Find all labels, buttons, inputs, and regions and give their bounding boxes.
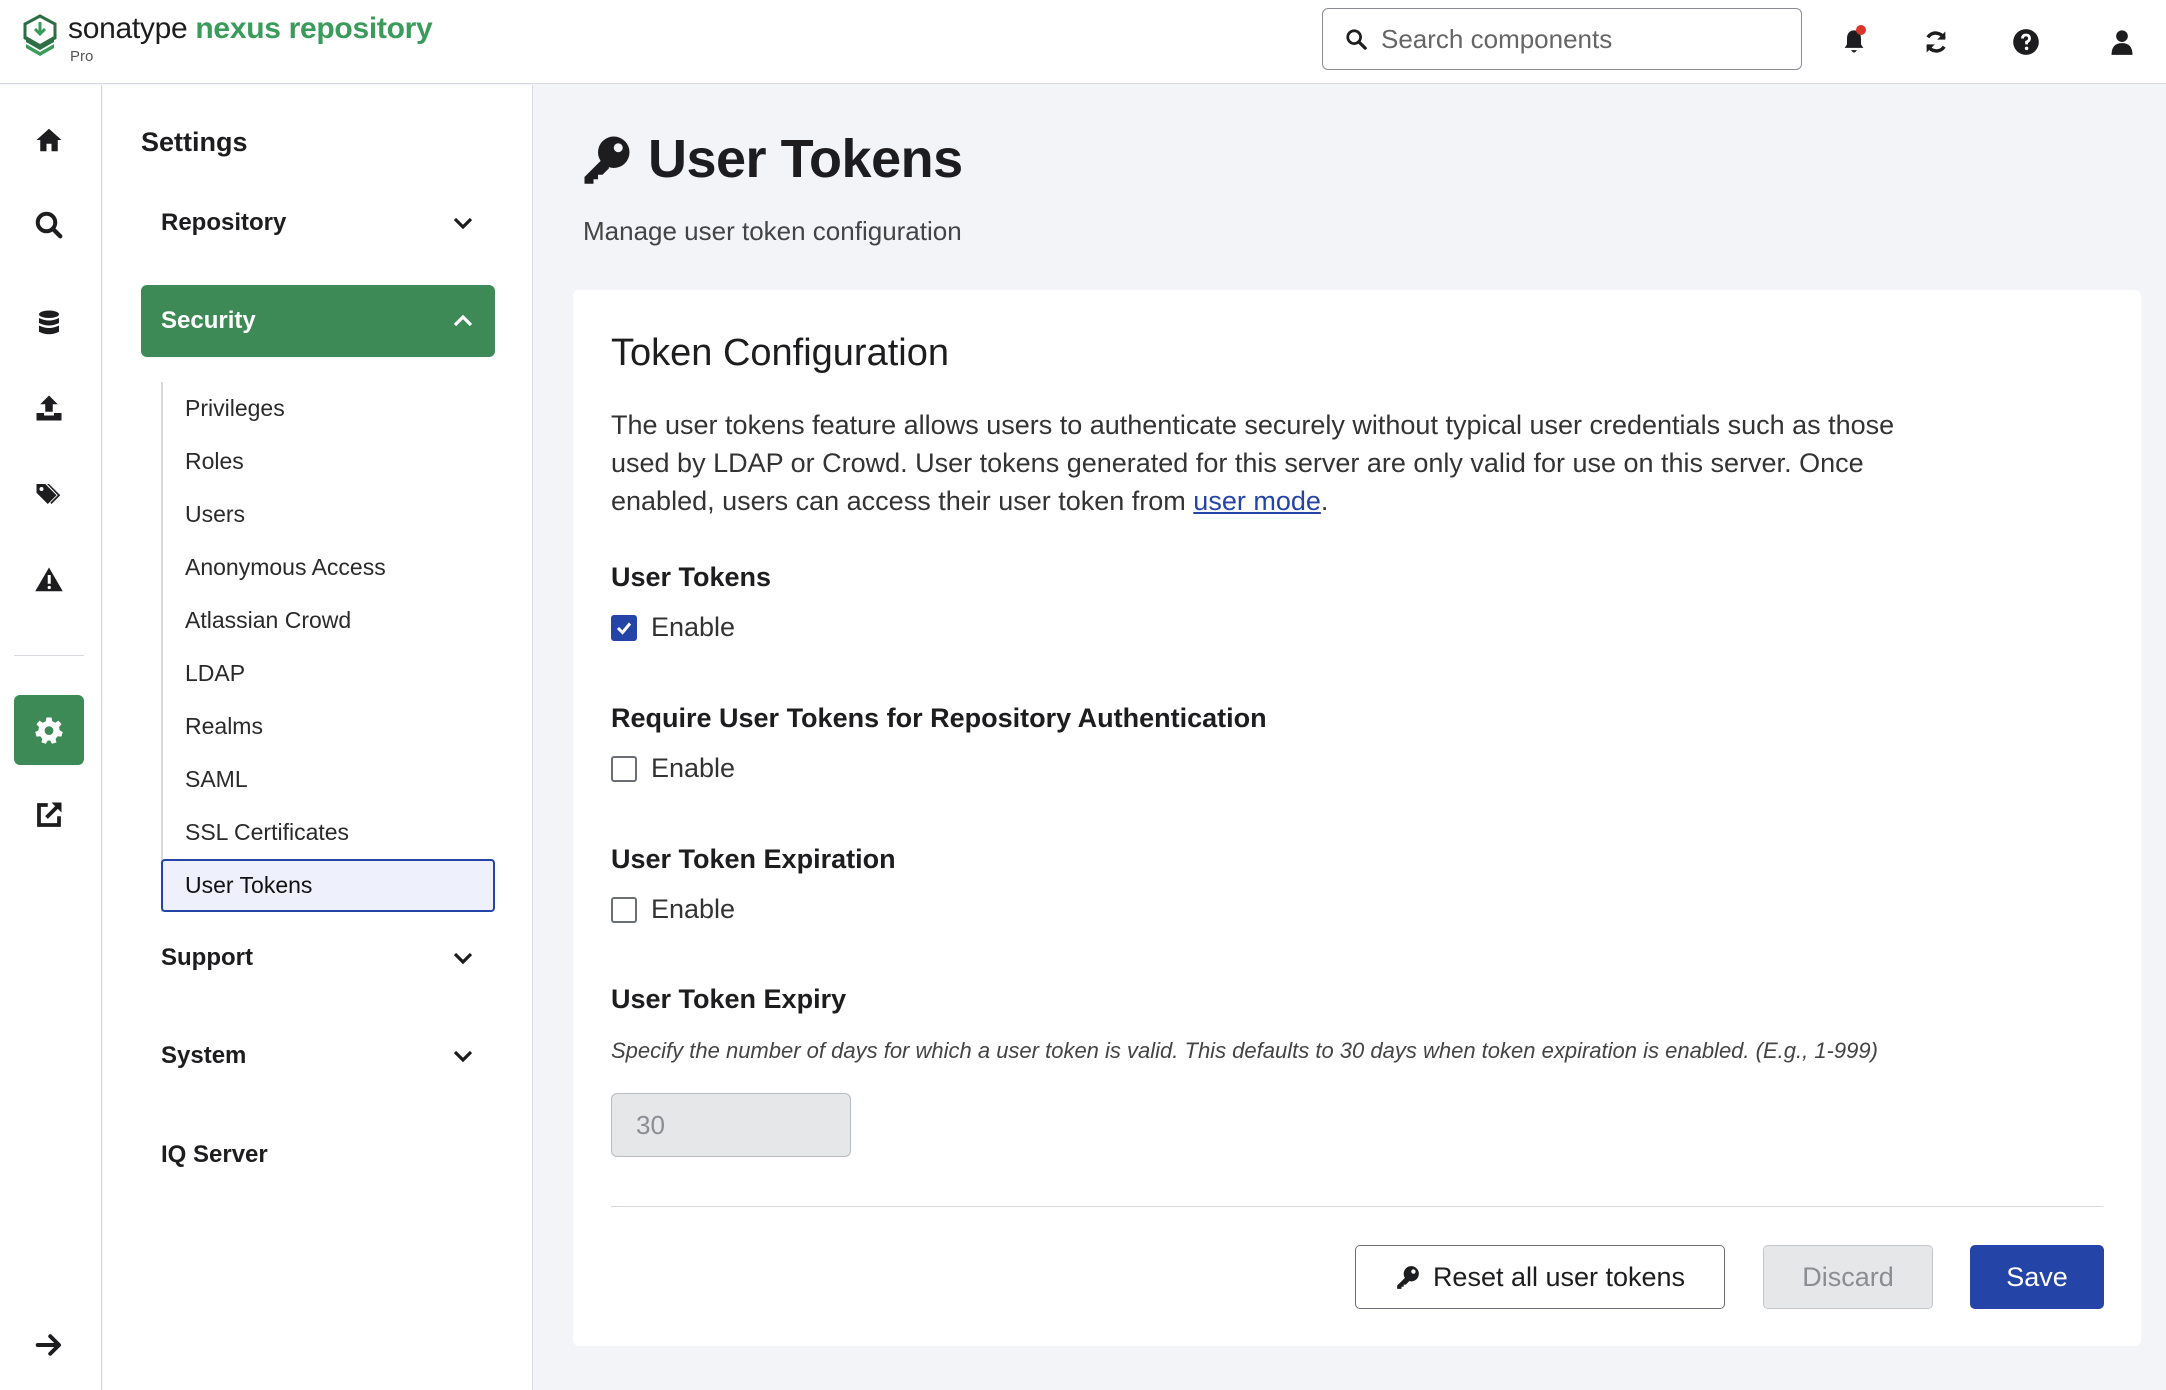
chevron-down-icon [453, 952, 473, 965]
nav-group-label: Security [161, 307, 256, 334]
subnav-users[interactable]: Users [163, 488, 495, 541]
sonatype-logo[interactable]: sonatype nexus repository Pro [22, 12, 433, 65]
rail-settings[interactable] [14, 695, 84, 765]
search-icon [1346, 29, 1367, 50]
search-icon [35, 211, 63, 239]
token-configuration-card: Token Configuration The user tokens feat… [573, 290, 2141, 1346]
rail-tags[interactable] [14, 459, 84, 529]
expiration-label: User Token Expiration [611, 844, 896, 874]
rail-divider [14, 655, 84, 656]
subnav-user-tokens[interactable]: User Tokens [161, 859, 495, 912]
icon-rail [0, 85, 102, 1390]
subnav-realms[interactable]: Realms [163, 700, 495, 753]
user-tokens-enable[interactable]: Enable [611, 612, 735, 643]
require-tokens-enable[interactable]: Enable [611, 753, 735, 784]
external-link-icon [37, 802, 62, 827]
arrow-right-icon [35, 1334, 61, 1356]
nav-group-repository[interactable]: Repository [141, 187, 495, 259]
notifications-button[interactable] [1832, 20, 1876, 64]
checkbox-label: Enable [651, 612, 736, 642]
help-icon [2013, 29, 2039, 55]
page-header: User Tokens [580, 128, 963, 190]
subnav-ldap[interactable]: LDAP [163, 647, 495, 700]
product-name: nexus repository [195, 12, 433, 45]
reset-all-tokens-button[interactable]: Reset all user tokens [1355, 1245, 1725, 1309]
expiry-label: User Token Expiry [611, 984, 847, 1014]
refresh-icon [1926, 31, 1946, 53]
rail-expand[interactable] [14, 1310, 84, 1380]
gear-icon [35, 717, 63, 744]
require-tokens-label: Require User Tokens for Repository Authe… [611, 703, 1267, 733]
expiry-help-text: Specify the number of days for which a u… [611, 1038, 1878, 1063]
brand-name: sonatype [68, 12, 188, 45]
subnav-atlassian-crowd[interactable]: Atlassian Crowd [163, 594, 495, 647]
expiration-enable[interactable]: Enable [611, 894, 735, 925]
description-end: . [1320, 486, 1329, 516]
refresh-button[interactable] [1914, 20, 1958, 64]
user-icon [2111, 30, 2133, 55]
warning-icon [35, 567, 63, 592]
nav-group-label: Support [161, 944, 253, 971]
expiry-days-input[interactable] [611, 1093, 851, 1157]
home-icon [36, 128, 62, 152]
card-title: Token Configuration [611, 332, 949, 374]
card-divider [611, 1206, 2103, 1207]
top-header: sonatype nexus repository Pro [0, 0, 2166, 84]
checkbox-label: Enable [651, 753, 736, 783]
chevron-down-icon [453, 217, 473, 230]
security-subnav: Privileges Roles Users Anonymous Access … [161, 382, 495, 912]
tags-icon [36, 484, 61, 504]
settings-nav: Settings Repository Security Privileges … [103, 85, 533, 1390]
card-description: The user tokens feature allows users to … [611, 406, 1951, 520]
nav-group-security[interactable]: Security [141, 285, 495, 357]
key-icon [584, 136, 630, 184]
rail-browse[interactable] [14, 288, 84, 358]
subnav-roles[interactable]: Roles [163, 435, 495, 488]
nav-title: Settings [141, 127, 248, 157]
edition-label: Pro [70, 48, 94, 65]
nav-iq-server[interactable]: IQ Server [161, 1141, 268, 1169]
nav-group-label: Repository [161, 209, 287, 236]
rail-home[interactable] [14, 105, 84, 175]
user-tokens-checkbox[interactable] [611, 614, 637, 641]
user-tokens-label: User Tokens [611, 562, 772, 592]
rail-upload[interactable] [14, 373, 84, 443]
expiration-checkbox[interactable] [611, 896, 637, 923]
nav-group-label: System [161, 1042, 247, 1069]
chevron-down-icon [453, 1050, 473, 1063]
checkbox-label: Enable [651, 894, 736, 924]
subnav-anonymous-access[interactable]: Anonymous Access [163, 541, 495, 594]
subnav-privileges[interactable]: Privileges [163, 382, 495, 435]
notification-badge [1856, 25, 1866, 35]
rail-search[interactable] [14, 190, 84, 260]
upload-icon [36, 395, 62, 421]
nav-group-support[interactable]: Support [141, 922, 495, 994]
user-mode-link[interactable]: user mode [1193, 486, 1321, 516]
logo-icon [23, 14, 57, 56]
save-button[interactable]: Save [1970, 1245, 2104, 1309]
require-tokens-checkbox[interactable] [611, 755, 637, 782]
checkmark-icon [616, 622, 632, 635]
nav-group-system[interactable]: System [141, 1020, 495, 1092]
user-menu-button[interactable] [2100, 20, 2144, 64]
search-input[interactable] [1381, 23, 1781, 55]
rail-malware[interactable] [14, 545, 84, 615]
subnav-ssl-certificates[interactable]: SSL Certificates [163, 806, 495, 859]
rail-external-link[interactable] [14, 780, 84, 850]
page-subtitle: Manage user token configuration [583, 216, 962, 246]
search-box[interactable] [1322, 8, 1802, 70]
key-icon [1397, 1266, 1419, 1289]
page-title: User Tokens [648, 129, 963, 189]
database-icon [39, 310, 59, 335]
subnav-saml[interactable]: SAML [163, 753, 495, 806]
chevron-up-icon [453, 314, 473, 327]
discard-button[interactable]: Discard [1763, 1245, 1933, 1309]
help-button[interactable] [2004, 20, 2048, 64]
reset-button-label: Reset all user tokens [1432, 1261, 1686, 1292]
